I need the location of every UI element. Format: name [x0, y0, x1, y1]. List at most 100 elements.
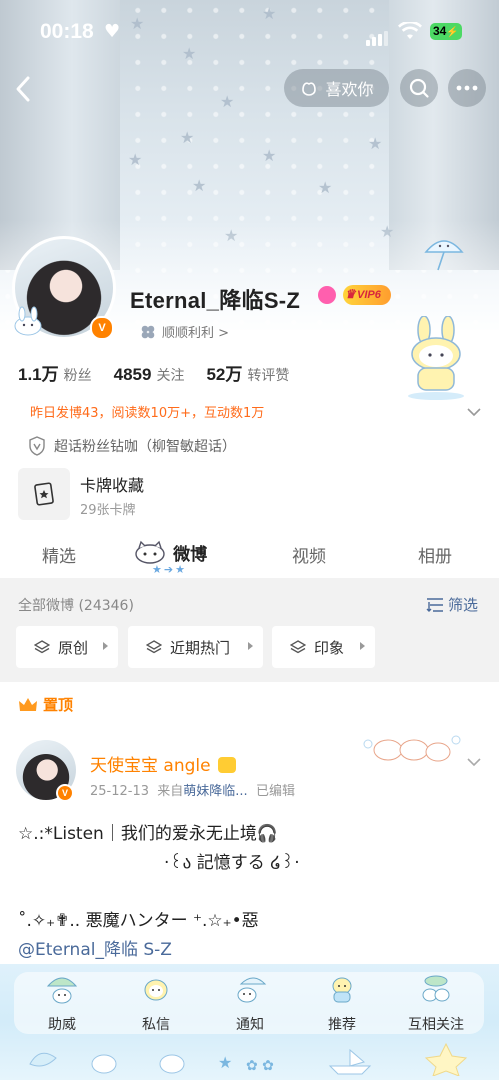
card-collection-title[interactable]: 卡牌收藏 — [80, 472, 144, 496]
pink-badge-icon[interactable] — [318, 286, 336, 304]
wifi-icon — [398, 20, 422, 44]
tab-weibo-label: 微博 — [173, 545, 208, 565]
profile-tabs: 精选 微博 视频 相册 — [0, 530, 499, 578]
heart-icon: ♥ — [104, 21, 121, 42]
pinned-label: 置顶 — [18, 694, 73, 715]
signal-icon — [366, 27, 390, 46]
chip-label: 近期热门 — [170, 638, 231, 657]
star-icon: ★ — [152, 563, 162, 576]
profile-tag-link[interactable]: 顺顺利利 > — [140, 322, 229, 341]
vip-badge[interactable]: ♛ VIP6 — [343, 285, 391, 305]
nav-mutual-follow[interactable]: 互相关注 — [396, 974, 476, 1034]
nav-messages[interactable]: 私信 — [116, 974, 196, 1034]
profile-stats: 1.1万 粉丝 4859 关注 52万 转评赞 — [18, 360, 289, 385]
svg-text:★: ★ — [218, 1053, 232, 1072]
post-decoration-icon — [362, 734, 462, 764]
crown-icon: ♛ — [345, 287, 356, 301]
post-menu-button[interactable] — [466, 752, 482, 771]
bunny-sticker-icon — [14, 306, 42, 336]
layers-icon — [34, 640, 50, 654]
tab-featured[interactable]: 精选 — [42, 542, 76, 567]
nav-label: 互相关注 — [408, 1017, 464, 1033]
profile-avatar[interactable]: V — [12, 236, 116, 340]
crown-icon — [19, 697, 37, 711]
expand-button[interactable] — [466, 402, 482, 421]
stat-value: 4859 — [113, 365, 152, 384]
stat-following[interactable]: 4859 关注 — [114, 365, 185, 385]
chip-impression[interactable]: 印象 — [272, 626, 375, 668]
post-edited: 已编辑 — [255, 784, 295, 799]
duck-raincoat-icon — [332, 977, 352, 1003]
chevron-down-icon — [467, 758, 481, 767]
verified-badge-icon: V — [56, 784, 74, 802]
fan-club-row[interactable]: 超话粉丝钻咖（柳智敏超话） — [28, 436, 236, 456]
star-icon: ★ — [368, 134, 383, 153]
nav-label: 私信 — [142, 1017, 170, 1033]
nav-label: 通知 — [236, 1017, 264, 1033]
svg-text:✿ ✿: ✿ ✿ — [246, 1058, 274, 1074]
star-icon: ★ — [318, 178, 333, 197]
vip-label: VIP6 — [357, 289, 381, 301]
more-button[interactable] — [448, 69, 486, 107]
profile-username: Eternal_降临S-Z — [130, 288, 301, 313]
shield-v-icon — [29, 436, 45, 456]
stat-value: 52万 — [206, 365, 243, 384]
nav-label: 助威 — [48, 1017, 76, 1033]
tab-video[interactable]: 视频 — [292, 542, 326, 567]
cat-umbrella-icon — [237, 977, 267, 1003]
card-star-icon — [34, 482, 54, 506]
post-source[interactable]: 萌妹降临... — [183, 784, 247, 799]
layers-icon — [146, 640, 162, 654]
chip-original[interactable]: 原创 — [16, 626, 118, 668]
stat-label: 关注 — [156, 368, 185, 384]
chip-label: 原创 — [58, 638, 89, 657]
activity-summary: 昨日发博43，阅读数10万+，互动数1万 — [30, 406, 265, 421]
more-icon — [456, 85, 478, 91]
star-icon: ★ — [220, 92, 235, 111]
nav-notifications[interactable]: 通知 — [210, 974, 290, 1034]
chip-recent-hot[interactable]: 近期热门 — [128, 626, 263, 668]
hand-heart-icon — [302, 82, 317, 96]
umbrella-sticker-icon — [420, 228, 468, 276]
stat-value: 1.1万 — [18, 365, 59, 384]
bunny-raincoat-sticker-icon — [398, 315, 476, 402]
back-button[interactable] — [10, 72, 38, 106]
tab-album[interactable]: 相册 — [418, 542, 452, 567]
nav-cheer[interactable]: 助威 — [22, 974, 102, 1034]
post-text-line: ˚.✧₊✟.. 悪魔ハンター ⁺.☆₊•惡 — [18, 911, 259, 931]
nav-recommend[interactable]: 推荐 — [302, 974, 382, 1034]
post-author-name[interactable]: 天使宝宝 angle — [90, 751, 236, 776]
star-icon: ★ — [175, 563, 185, 576]
like-you-button[interactable]: 喜欢你 — [284, 69, 389, 107]
filter-button[interactable]: 筛选 — [426, 594, 478, 615]
stat-fans[interactable]: 1.1万 粉丝 — [18, 360, 92, 385]
post-mention-link[interactable]: @Eternal_降临 S-Z — [18, 935, 172, 960]
fan-club-label: 超话粉丝钻咖（柳智敏超话） — [54, 439, 236, 455]
author-name-text: 天使宝宝 angle — [90, 756, 211, 776]
caret-right-icon — [248, 642, 253, 650]
star-icon: ★ — [262, 146, 277, 165]
gift-badge-icon — [217, 757, 236, 773]
post-meta: 25-12-13 来自萌妹降临... 已编辑 — [90, 780, 295, 799]
stat-label: 粉丝 — [63, 368, 92, 384]
star-icon: ★ — [180, 128, 195, 147]
caret-right-icon — [103, 642, 108, 650]
like-you-label: 喜欢你 — [325, 80, 374, 99]
post-text-line: ·꒰ა 記憶する ໒꒱· — [164, 853, 300, 873]
card-collection-icon[interactable] — [18, 468, 70, 520]
status-bar: 00:18 ♥ 34⚡ — [0, 0, 499, 64]
chevron-left-icon — [16, 76, 30, 102]
battery-indicator: 34⚡ — [430, 23, 462, 40]
profile-tag-label: 顺顺利利 > — [162, 326, 230, 341]
friends-leaf-icon — [422, 975, 450, 1002]
nav-label: 推荐 — [328, 1017, 356, 1033]
bottom-sticker-strip-icon: ★ ✿ ✿ — [29, 1042, 468, 1076]
clover-icon — [141, 325, 155, 338]
verified-badge-icon: V — [90, 316, 114, 340]
layers-icon — [290, 640, 306, 654]
post-source-prefix: 来自 — [157, 784, 184, 799]
star-icon: ★ — [192, 176, 207, 195]
stat-interactions[interactable]: 52万 转评赞 — [206, 360, 289, 385]
post-date: 25-12-13 — [90, 784, 150, 799]
search-button[interactable] — [400, 69, 438, 107]
